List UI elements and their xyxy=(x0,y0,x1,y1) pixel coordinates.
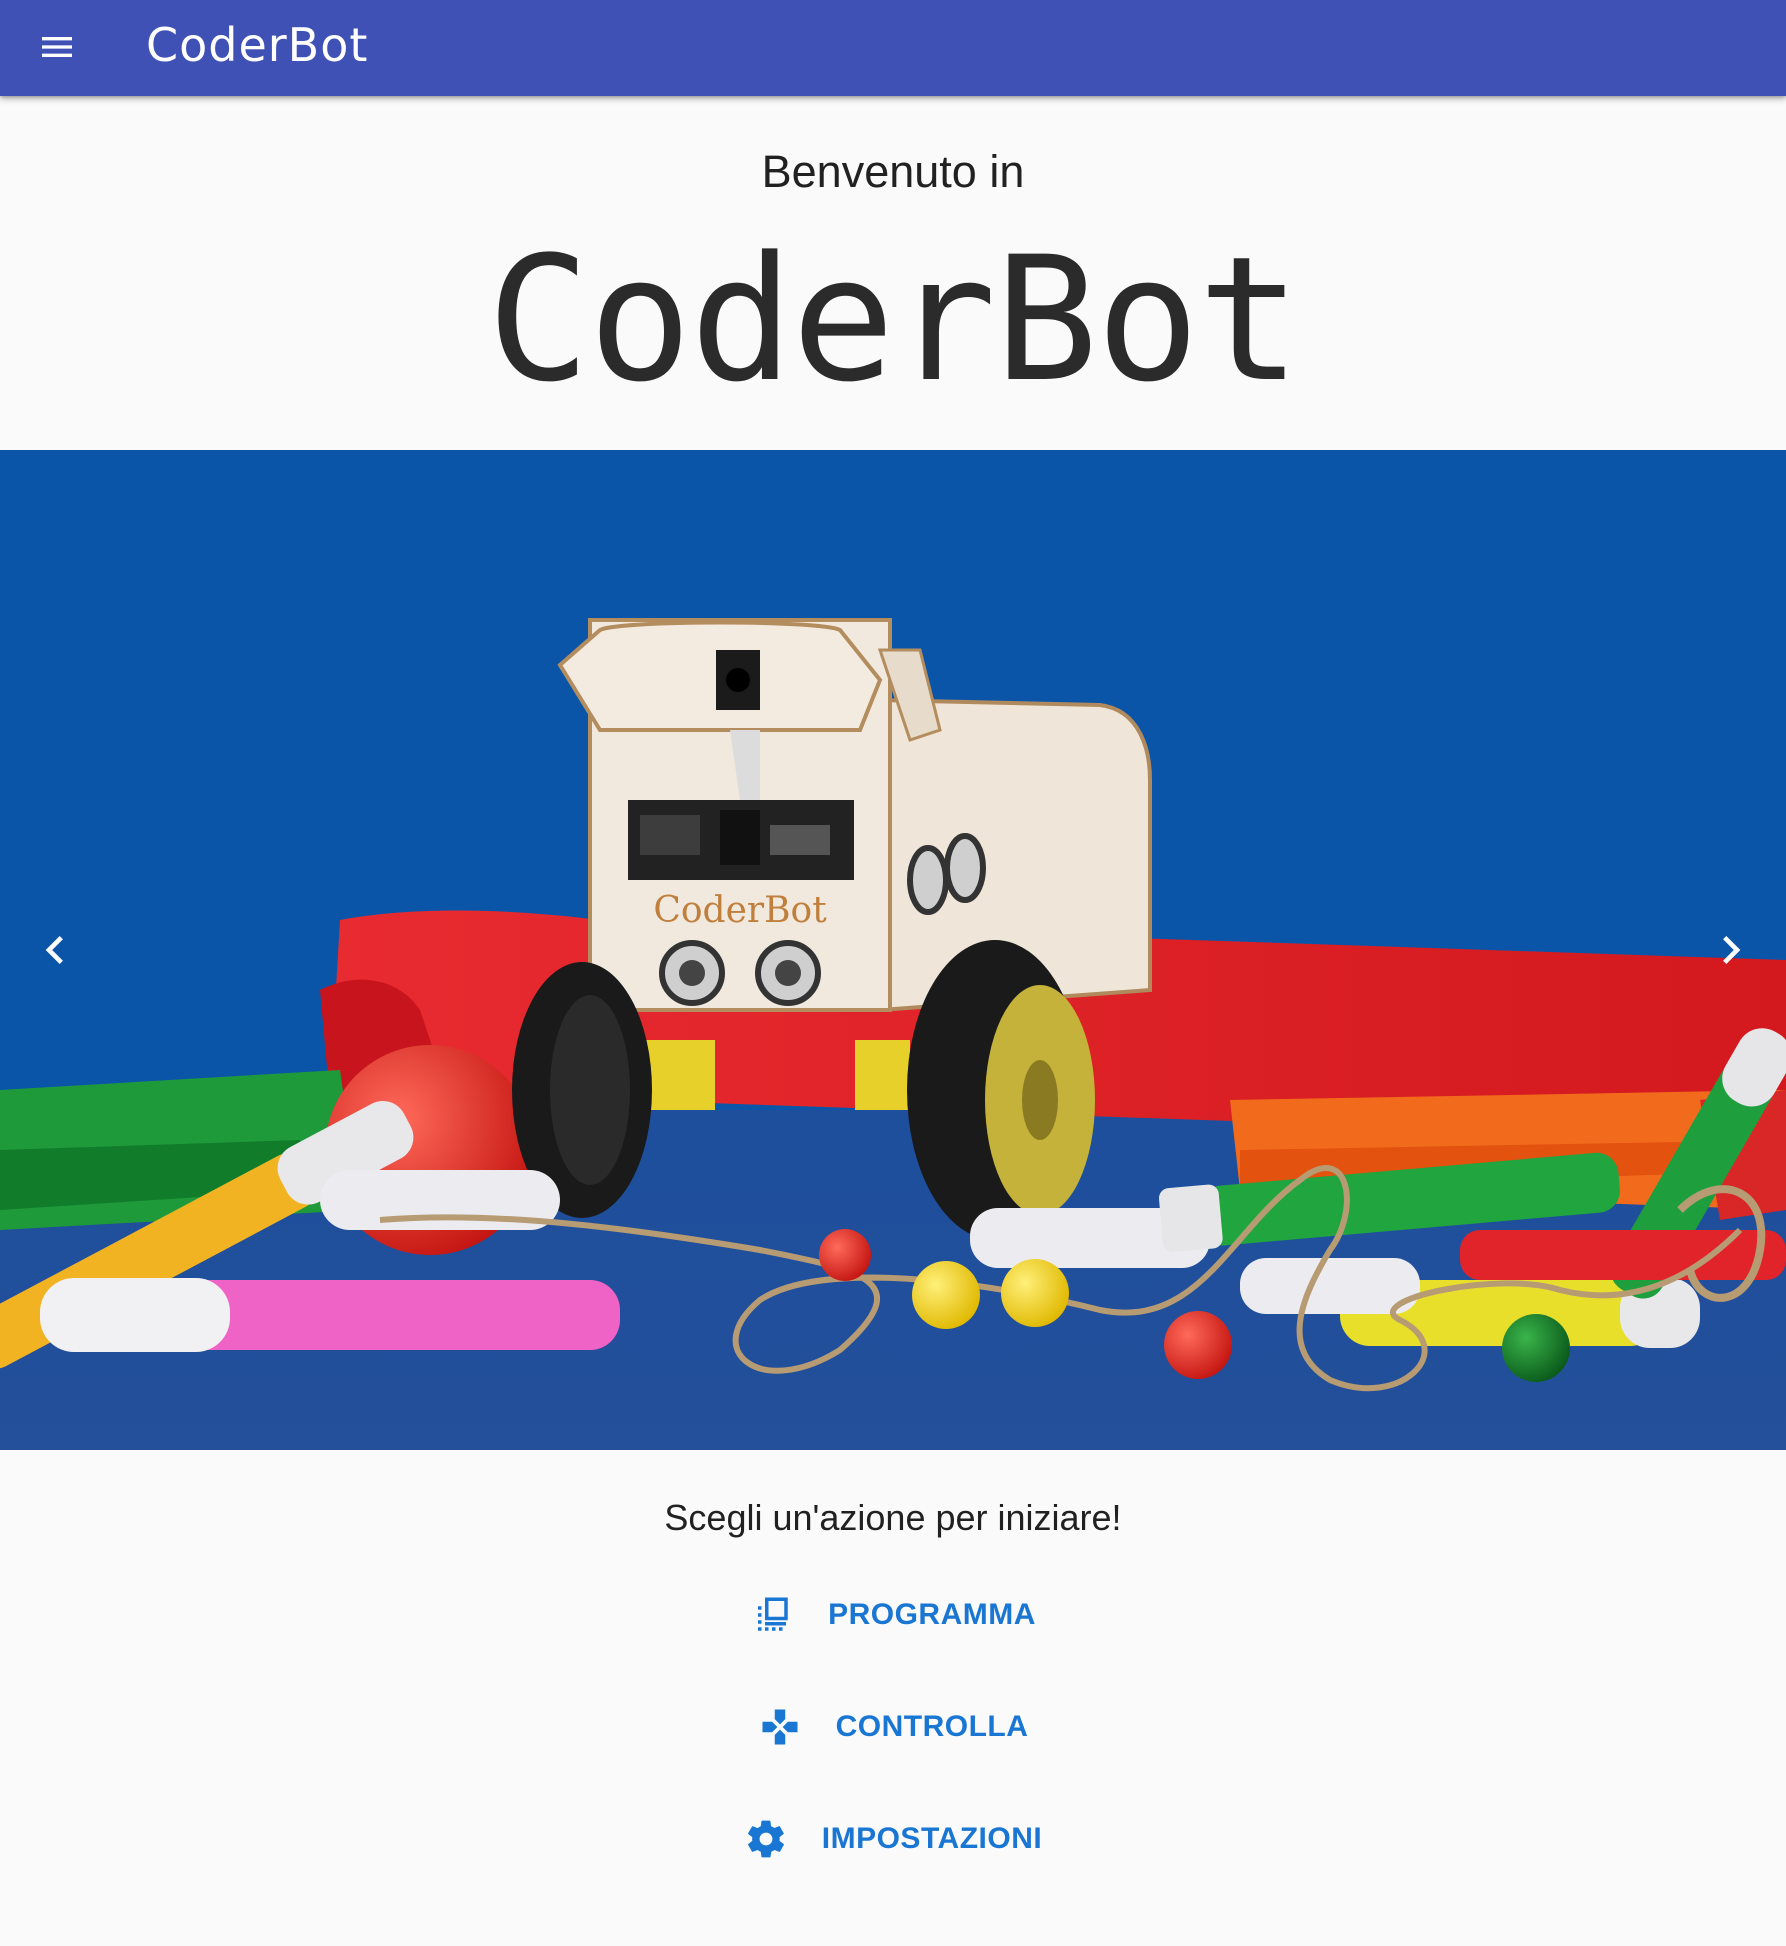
control-button-content: CONTROLLA xyxy=(758,1705,1029,1749)
program-button-label: PROGRAMMA xyxy=(828,1598,1036,1631)
control-button-label: CONTROLLA xyxy=(835,1710,1029,1743)
settings-button[interactable]: IMPOSTAZIONI xyxy=(0,1804,1786,1874)
image-carousel: CoderBot xyxy=(0,450,1786,1450)
app-toolbar: CoderBot xyxy=(0,0,1786,96)
coderbot-logo: CoderBot xyxy=(486,219,1301,420)
program-button-content: PROGRAMMA xyxy=(750,1593,1036,1637)
control-button[interactable]: CONTROLLA xyxy=(0,1692,1786,1762)
robot-engraving: CoderBot xyxy=(653,890,827,931)
program-icon xyxy=(750,1593,794,1637)
gamepad-icon xyxy=(758,1705,802,1749)
gear-icon xyxy=(744,1817,788,1861)
app-root: CoderBot Benvenuto in CoderBot CoderBot … xyxy=(0,0,1786,1946)
welcome-text: Benvenuto in xyxy=(761,146,1025,197)
action-prompt: Scegli un'azione per iniziare! xyxy=(664,1497,1122,1538)
settings-button-label: IMPOSTAZIONI xyxy=(821,1822,1043,1855)
carousel-next-button[interactable] xyxy=(1681,900,1781,1000)
menu-button[interactable] xyxy=(28,18,86,76)
chevron-right-icon xyxy=(1723,936,1741,964)
chevron-left-icon xyxy=(45,936,63,964)
carousel-image: CoderBot xyxy=(0,450,1786,1450)
app-title: CoderBot xyxy=(146,18,369,72)
carousel-prev-button[interactable] xyxy=(5,900,105,1000)
hamburger-menu-icon xyxy=(42,37,72,57)
program-button[interactable]: PROGRAMMA xyxy=(0,1580,1786,1650)
settings-button-content: IMPOSTAZIONI xyxy=(744,1817,1042,1861)
